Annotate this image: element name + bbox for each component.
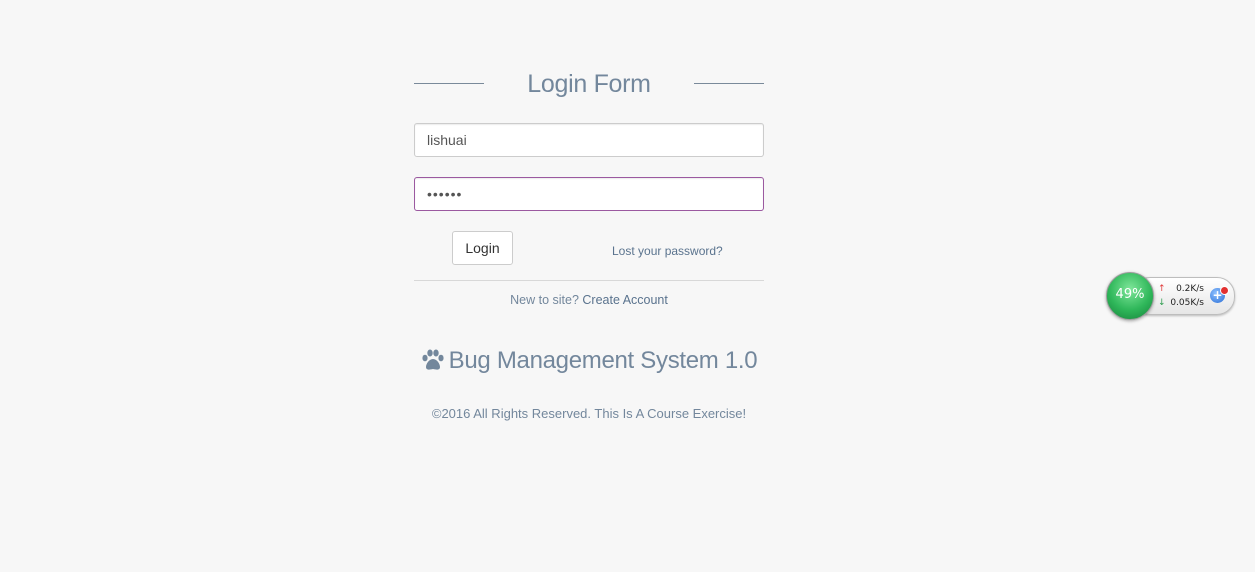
signup-prompt: New to site? Create Account	[414, 293, 764, 307]
login-button[interactable]: Login	[452, 231, 513, 265]
download-arrow-icon: ↓	[1158, 298, 1166, 308]
brand-heading: Bug Management System 1.0	[414, 347, 764, 378]
notification-dot	[1220, 286, 1229, 295]
form-title-block: Login Form	[414, 66, 764, 102]
download-speed: 0.05K/s	[1170, 298, 1204, 308]
password-input[interactable]: ••••••	[414, 177, 764, 211]
new-to-site-text: New to site?	[510, 293, 579, 307]
lost-password-link[interactable]: Lost your password?	[612, 244, 723, 258]
title-divider-right	[694, 83, 764, 84]
login-form: Login Form lishuai •••••• Login Lost you…	[414, 66, 764, 421]
username-input[interactable]: lishuai	[414, 123, 764, 157]
upload-speed: 0.2K/s	[1176, 284, 1204, 294]
copyright-text: ©2016 All Rights Reserved. This Is A Cou…	[431, 406, 747, 421]
title-divider-left	[414, 83, 484, 84]
brand-name: Bug Management System 1.0	[448, 347, 758, 374]
login-page: Login Form lishuai •••••• Login Lost you…	[0, 0, 1255, 572]
form-title: Login Form	[527, 70, 651, 98]
usage-percent: 49%	[1115, 287, 1145, 302]
network-speed-widget[interactable]: ↑ 0.2K/s ↓ 0.05K/s + 49%	[1106, 272, 1236, 320]
form-divider	[414, 280, 764, 281]
upload-arrow-icon: ↑	[1158, 284, 1166, 294]
paw-icon	[421, 349, 445, 378]
create-account-link[interactable]: Create Account	[582, 293, 667, 307]
memory-usage-ball[interactable]: 49%	[1106, 272, 1154, 320]
